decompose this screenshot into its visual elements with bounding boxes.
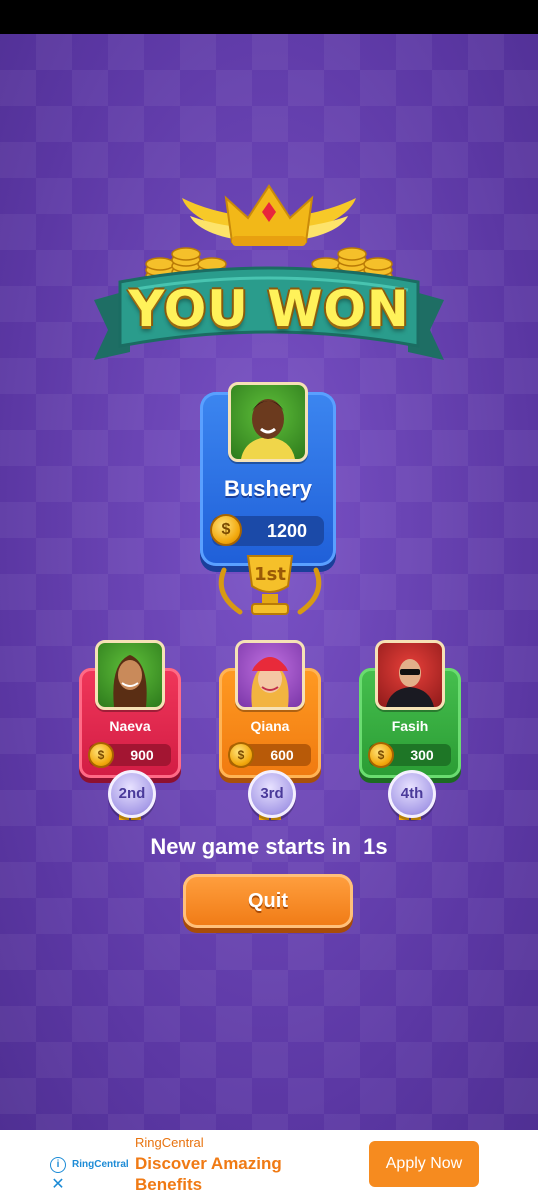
player-name: Qiana [250, 718, 290, 734]
player-avatar [95, 640, 165, 710]
winner-score: 1200 [266, 521, 308, 541]
advertiser-logo: RingCentral [72, 1159, 129, 1170]
status-bar [0, 0, 538, 34]
player-avatar-icon [113, 655, 147, 707]
close-icon[interactable]: ✕ [50, 1177, 66, 1193]
player-name: Naeva [109, 718, 151, 734]
player-avatar [375, 640, 445, 710]
coin-icon: $ [210, 514, 242, 546]
coin-icon: $ [368, 742, 394, 768]
player-score: 600 [270, 747, 294, 763]
you-won-banner: YOU WON [90, 180, 448, 380]
advertiser-name: RingCentral [135, 1135, 204, 1150]
apply-now-button[interactable]: Apply Now [369, 1141, 479, 1187]
player-avatar-icon [241, 399, 295, 459]
trophy-icon: 1st [218, 555, 322, 615]
coin-icon: $ [228, 742, 254, 768]
rank-medal-3rd: 3rd [248, 770, 296, 818]
coin-icon: $ [88, 742, 114, 768]
player-card-3rd: Qiana $ 600 [219, 640, 321, 778]
player-card-2nd: Naeva $ 900 [79, 640, 181, 778]
ad-headline[interactable]: Discover Amazing Benefits [135, 1153, 335, 1195]
player-avatar [235, 640, 305, 710]
ad-banner[interactable]: i ✕ RingCentral RingCentral Discover Ama… [44, 1131, 494, 1197]
winner-name: Bushery [223, 476, 313, 501]
rank-medal-2nd: 2nd [108, 770, 156, 818]
player-score-pill: $ 600 [228, 742, 311, 768]
rank-medal-4th: 4th [388, 770, 436, 818]
quit-button[interactable]: Quit [183, 874, 353, 928]
player-score-pill: $ 300 [368, 742, 451, 768]
player-card-4th: Fasih $ 300 [359, 640, 461, 778]
player-avatar-icon [386, 657, 434, 707]
winner-avatar [228, 382, 308, 462]
player-avatar-icon [251, 657, 289, 707]
winner-score-pill: $ 1200 [210, 514, 324, 546]
trophy-rank-label: 1st [254, 564, 286, 585]
info-icon[interactable]: i [50, 1157, 66, 1173]
player-score: 900 [130, 747, 154, 763]
countdown-text: New game starts in 1s [150, 834, 388, 859]
player-name: Fasih [391, 718, 429, 734]
you-won-title: YOU WON [128, 280, 410, 338]
player-score: 300 [410, 747, 434, 763]
winner-card: Bushery $ 1200 [200, 382, 336, 566]
player-score-pill: $ 900 [88, 742, 171, 768]
